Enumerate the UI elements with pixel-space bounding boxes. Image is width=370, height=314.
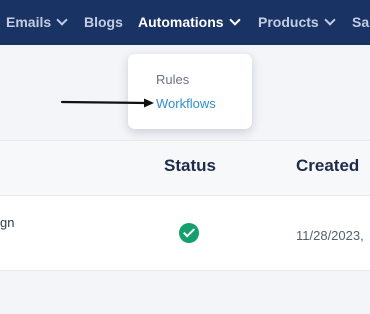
column-header-status[interactable]: Status [164, 141, 216, 195]
table-row[interactable]: gn 11/28/2023, [0, 195, 370, 271]
nav-item-automations-label: Automations [138, 14, 224, 30]
menu-item-workflows[interactable]: Workflows [156, 96, 216, 111]
table-header: Status Created [0, 141, 370, 195]
nav-item-automations[interactable]: Automations [138, 0, 241, 45]
nav-item-blogs-label: Blogs [84, 14, 123, 30]
chevron-down-icon [56, 14, 68, 26]
chevron-down-icon [228, 14, 241, 26]
check-circle-icon [179, 223, 199, 243]
nav-item-blogs[interactable]: Blogs [84, 0, 123, 45]
column-header-created[interactable]: Created [296, 141, 359, 195]
nav-item-truncated-label: Sa [352, 14, 370, 30]
nav-item-truncated[interactable]: Sa [352, 0, 369, 45]
automations-dropdown-menu: Rules Workflows [128, 54, 252, 129]
row-name-fragment: gn [0, 215, 15, 230]
nav-item-emails-label: Emails [6, 14, 52, 30]
row-created-date: 11/28/2023, [296, 228, 364, 243]
nav-item-products-label: Products [258, 14, 319, 30]
menu-item-rules[interactable]: Rules [156, 72, 189, 87]
top-navigation-bar: Emails Blogs Automations Products Sa [0, 0, 370, 45]
nav-item-products[interactable]: Products [258, 0, 336, 45]
nav-item-emails[interactable]: Emails [6, 0, 68, 45]
chevron-down-icon [324, 14, 336, 26]
arrow-annotation-icon [60, 98, 154, 108]
